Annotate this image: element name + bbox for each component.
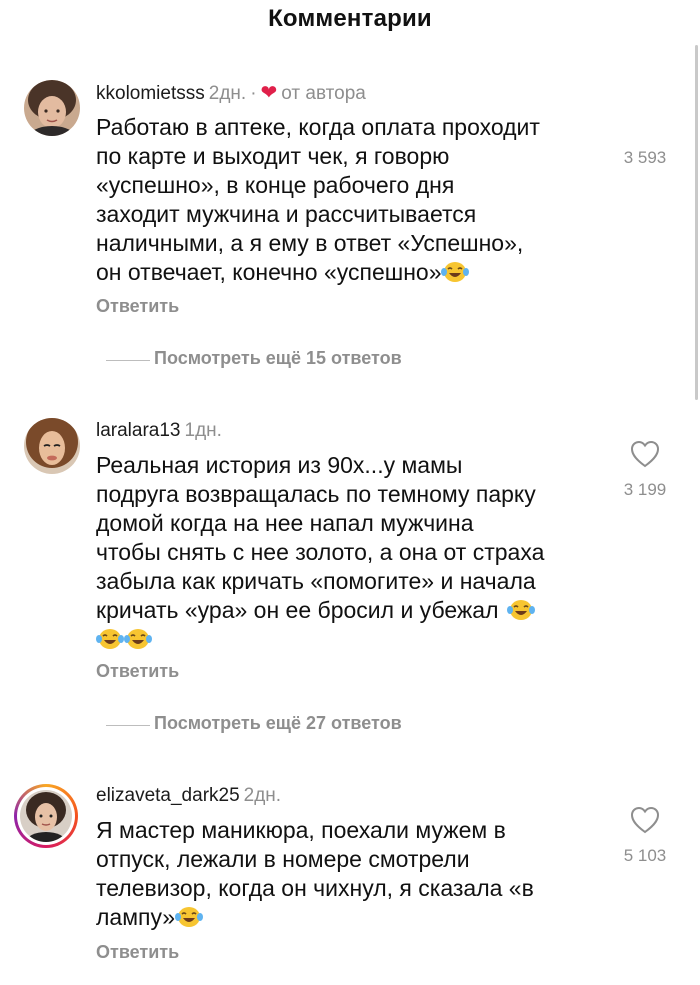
username[interactable]: kkolomietsss — [96, 83, 205, 104]
reply-button[interactable]: Ответить — [96, 661, 179, 682]
comments-screen: Комментарии kkolomietsss 2дн. · ❤ от автора … — [0, 0, 700, 985]
view-more-replies-label: Посмотреть ещё 27 ответов — [154, 713, 402, 733]
heart-outline-icon[interactable] — [630, 806, 660, 834]
comment-text-content: Реальная история из 90х...у мамы подруга… — [96, 452, 545, 623]
like-count: 3 593 — [623, 148, 667, 167]
laughing-tears-emoji-icon — [506, 600, 535, 620]
like-area[interactable]: 5 103 — [610, 806, 680, 866]
timestamp: 2дн. — [243, 785, 282, 806]
avatar[interactable] — [24, 418, 80, 474]
like-count: 3 199 — [623, 480, 667, 499]
like-count: 5 103 — [623, 846, 667, 865]
like-area[interactable]: 3 593 — [610, 148, 680, 168]
divider-line — [106, 360, 150, 361]
comment-meta: laralara13 1дн. — [96, 419, 222, 443]
view-more-replies[interactable]: Посмотреть ещё 15 ответов — [96, 348, 516, 372]
heart-outline-icon[interactable] — [630, 440, 660, 468]
comment-text-content: Работаю в аптеке, когда оплата проходит … — [96, 114, 540, 285]
comment-meta: elizaveta_dark25 2дн. — [96, 784, 281, 808]
like-area[interactable]: 3 199 — [610, 440, 680, 500]
avatar[interactable] — [20, 790, 72, 842]
scrollbar[interactable] — [695, 45, 698, 400]
timestamp: 2дн. — [208, 83, 247, 104]
comment-text: Я мастер маникюра, поехали мужем в отпус… — [96, 816, 616, 932]
comment-text: Работаю в аптеке, когда оплата проходит … — [96, 113, 616, 287]
view-more-replies-label: Посмотреть ещё 15 ответов — [154, 348, 402, 368]
username[interactable]: elizaveta_dark25 — [96, 785, 240, 806]
heart-filled-icon: ❤ — [260, 82, 278, 104]
avatar[interactable] — [24, 80, 80, 136]
separator: · — [250, 83, 257, 104]
view-more-replies[interactable]: Посмотреть ещё 27 ответов — [96, 713, 516, 737]
page-title: Комментарии — [268, 5, 432, 32]
reply-button[interactable]: Ответить — [96, 296, 179, 317]
comment-text: Реальная история из 90х...у мамы подруга… — [96, 451, 616, 654]
comment-meta: kkolomietsss 2дн. · ❤ от автора — [96, 81, 366, 106]
timestamp: 1дн. — [184, 420, 222, 441]
laughing-tears-emoji-icon — [124, 629, 152, 649]
laughing-tears-emoji-icon — [175, 907, 204, 927]
username[interactable]: laralara13 — [96, 420, 181, 441]
divider-line — [106, 725, 150, 726]
author-badge: от автора — [281, 83, 366, 104]
laughing-tears-emoji-icon — [441, 262, 470, 282]
laughing-tears-emoji-icon — [96, 629, 124, 649]
comment-text-content: Я мастер маникюра, поехали мужем в отпус… — [96, 817, 534, 930]
story-ring[interactable] — [14, 784, 78, 848]
reply-button[interactable]: Ответить — [96, 942, 179, 963]
